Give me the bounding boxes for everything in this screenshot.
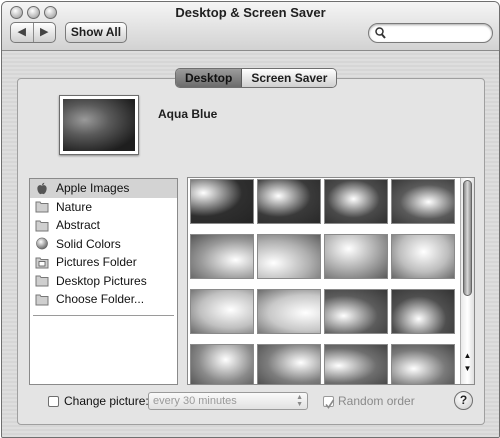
picture-thumbnail[interactable] [190, 289, 254, 334]
random-order-checkbox[interactable] [323, 396, 335, 409]
folder-icon [35, 275, 49, 287]
picture-thumbnail-grid: ▲ ▼ [187, 177, 475, 385]
search-field[interactable] [368, 23, 493, 43]
picture-thumbnail[interactable] [324, 179, 388, 224]
source-item-label: Apple Images [56, 181, 130, 196]
source-item-label: Abstract [56, 218, 101, 233]
source-item-label: Pictures Folder [56, 255, 137, 270]
picture-thumbnail[interactable] [391, 234, 455, 279]
current-wallpaper-preview [63, 99, 135, 151]
picture-thumbnail[interactable] [257, 179, 321, 224]
sphere-icon [36, 237, 48, 250]
change-interval-value: every 30 minutes [153, 395, 237, 407]
picture-thumbnail[interactable] [324, 234, 388, 279]
random-order-label: Random order [338, 394, 415, 408]
tab-bar: Desktop Screen Saver [175, 68, 338, 88]
title-toolbar: Desktop & Screen Saver ◀ ▶ Show All [2, 2, 499, 51]
change-interval-select[interactable]: every 30 minutes ▲ ▼ [148, 392, 308, 410]
source-item-solid-colors[interactable]: Solid Colors [30, 235, 177, 254]
folder-icon [35, 201, 49, 213]
picture-thumbnail[interactable] [391, 344, 455, 384]
picture-source-list: Apple Images Nature Abstract Solid Color… [29, 178, 178, 385]
source-item-label: Desktop Pictures [56, 273, 147, 288]
checkmark-icon [325, 399, 335, 409]
grid-scrollbar[interactable]: ▲ ▼ [460, 178, 474, 384]
tab-screen-saver[interactable]: Screen Saver [242, 69, 337, 87]
back-arrow-icon[interactable]: ◀ [11, 23, 34, 42]
magnifier-icon [375, 27, 386, 39]
options-bar: Change picture: every 30 minutes ▲ ▼ Rand… [18, 391, 484, 415]
scrollbar-thumb[interactable] [463, 180, 472, 296]
picture-thumbnail[interactable] [324, 289, 388, 334]
current-picture-well[interactable] [59, 95, 139, 155]
source-list-divider [33, 315, 174, 316]
folder-icon [35, 294, 49, 306]
pictures-folder-icon [35, 257, 49, 269]
picture-thumbnail[interactable] [391, 179, 455, 224]
pane-content: Desktop Screen Saver Aqua Blue Apple Ima… [2, 51, 499, 437]
picture-thumbnail[interactable] [190, 234, 254, 279]
picture-thumbnail[interactable] [391, 289, 455, 334]
tab-desktop[interactable]: Desktop [176, 69, 243, 87]
show-all-button[interactable]: Show All [65, 22, 127, 43]
scroll-up-arrow-icon[interactable]: ▲ [461, 350, 474, 361]
change-picture-checkbox[interactable] [48, 396, 59, 407]
desktop-panel: Aqua Blue Apple Images Nature Abstract S… [17, 78, 485, 425]
scroll-down-arrow-icon[interactable]: ▼ [461, 363, 474, 374]
source-item-label: Choose Folder... [56, 292, 145, 307]
source-item-pictures-folder[interactable]: Pictures Folder [30, 253, 177, 272]
folder-icon [35, 220, 49, 232]
forward-arrow-icon[interactable]: ▶ [34, 23, 56, 42]
source-item-nature[interactable]: Nature [30, 198, 177, 217]
change-picture-label: Change picture: [64, 394, 149, 408]
picture-thumbnail[interactable] [257, 344, 321, 384]
help-button[interactable]: ? [454, 391, 473, 410]
source-item-abstract[interactable]: Abstract [30, 216, 177, 235]
source-item-apple-images[interactable]: Apple Images [30, 179, 177, 198]
picture-thumbnail[interactable] [257, 289, 321, 334]
source-item-desktop-pictures[interactable]: Desktop Pictures [30, 272, 177, 291]
current-picture-name: Aqua Blue [158, 107, 218, 121]
preferences-window: Desktop & Screen Saver ◀ ▶ Show All Desk… [1, 1, 500, 438]
picture-thumbnail[interactable] [324, 344, 388, 384]
navigation-segment: ◀ ▶ [10, 22, 56, 43]
picture-thumbnail[interactable] [190, 179, 254, 224]
source-item-choose-folder[interactable]: Choose Folder... [30, 290, 177, 309]
source-item-label: Solid Colors [56, 236, 121, 251]
apple-icon [37, 182, 47, 194]
window-title: Desktop & Screen Saver [175, 5, 326, 20]
source-item-label: Nature [56, 199, 93, 214]
picture-thumbnail[interactable] [190, 344, 254, 384]
stepper-arrows-icon: ▲ ▼ [296, 394, 303, 408]
picture-thumbnail[interactable] [257, 234, 321, 279]
search-input[interactable] [389, 25, 489, 42]
